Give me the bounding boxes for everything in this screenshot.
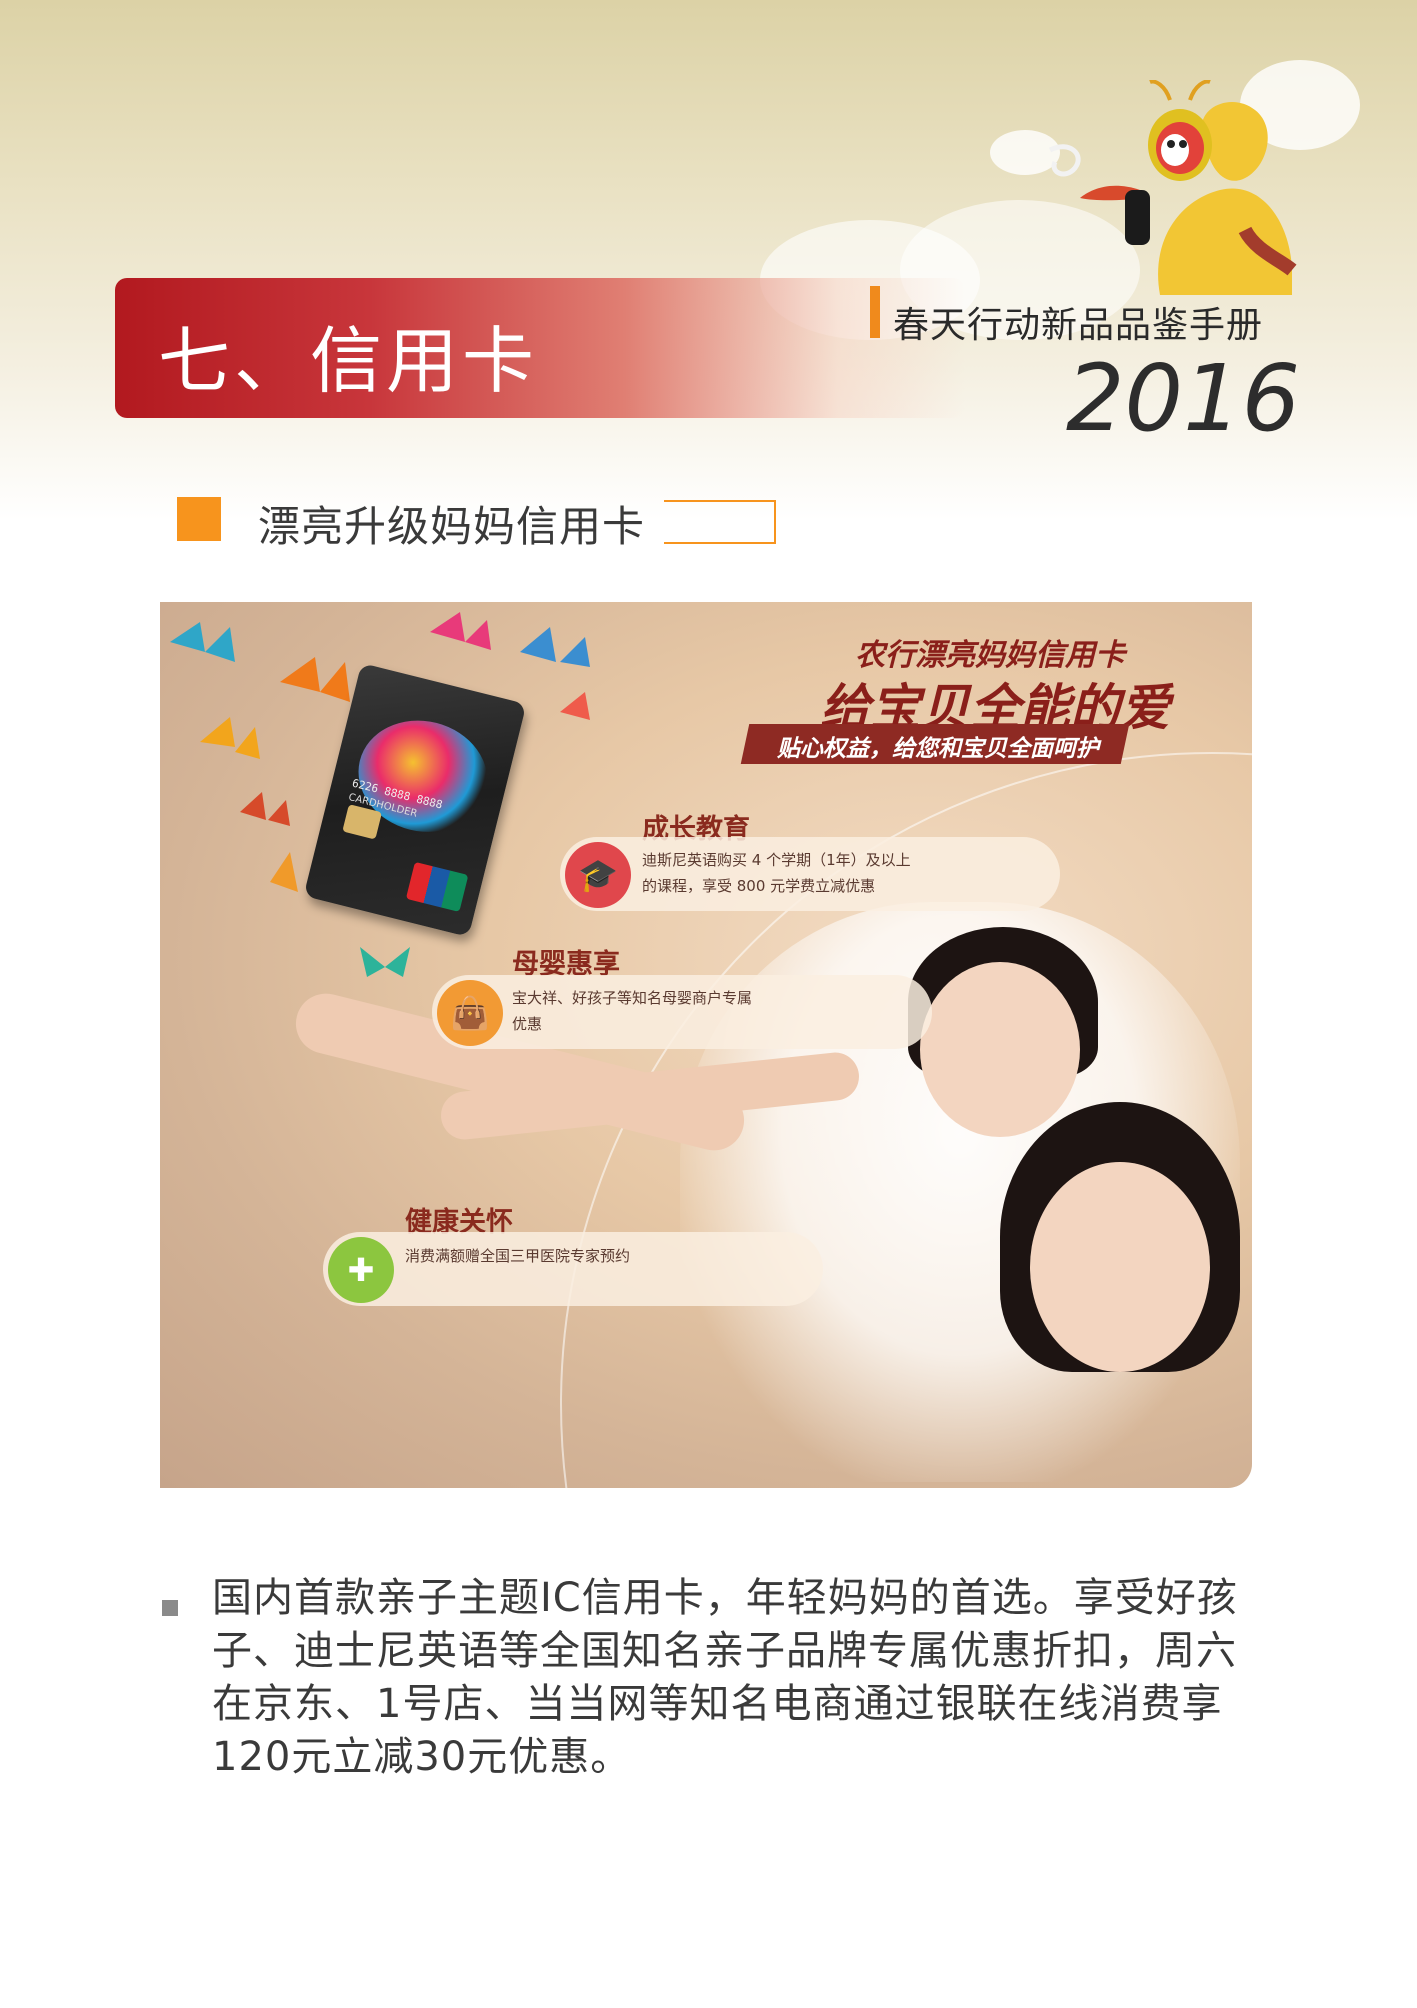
year-label: 2016: [1066, 345, 1301, 452]
benefit-mother-baby-text: 宝大祥、好孩子等知名母婴商户专属优惠: [512, 989, 753, 1033]
subsection-decoration: [664, 500, 776, 544]
mother-face: [1030, 1162, 1210, 1372]
bullet-marker: [162, 1600, 178, 1616]
handbook-title: 春天行动新品品鉴手册: [893, 305, 1264, 346]
graduation-cap-icon: 🎓: [565, 842, 631, 908]
unionpay-logo: [405, 861, 469, 913]
handbook-accent-bar: [870, 286, 880, 338]
shopping-bag-icon: 👜: [437, 980, 503, 1046]
body-paragraph: 国内首款亲子主题IC信用卡，年轻妈妈的首选。享受好孩子、迪士尼英语等全国知名亲子…: [212, 1575, 1238, 1780]
subsection-title: 漂亮升级妈妈信用卡: [258, 502, 646, 551]
medical-kit-icon: ✚: [328, 1237, 394, 1303]
hero-advertisement: 6226 8888 8888 CARDHOLDER 农行漂亮妈妈信用卡 给宝贝全…: [160, 602, 1252, 1488]
girl-face: [920, 962, 1080, 1137]
section-title: 七、信用卡: [158, 319, 539, 403]
banner-subtitle: 贴心权益，给您和宝贝全面呵护: [777, 736, 1099, 762]
monkey-king-illustration: [1048, 80, 1297, 295]
benefit-health-text: 消费满额赠全国三甲医院专家预约: [405, 1247, 631, 1265]
butterfly-icon: [360, 947, 410, 977]
subsection-marker: [177, 497, 221, 541]
benefit-education-text: 迪斯尼英语购买 4 个学期（1年）及以上的课程，享受 800 元学费立减优惠: [642, 851, 911, 895]
